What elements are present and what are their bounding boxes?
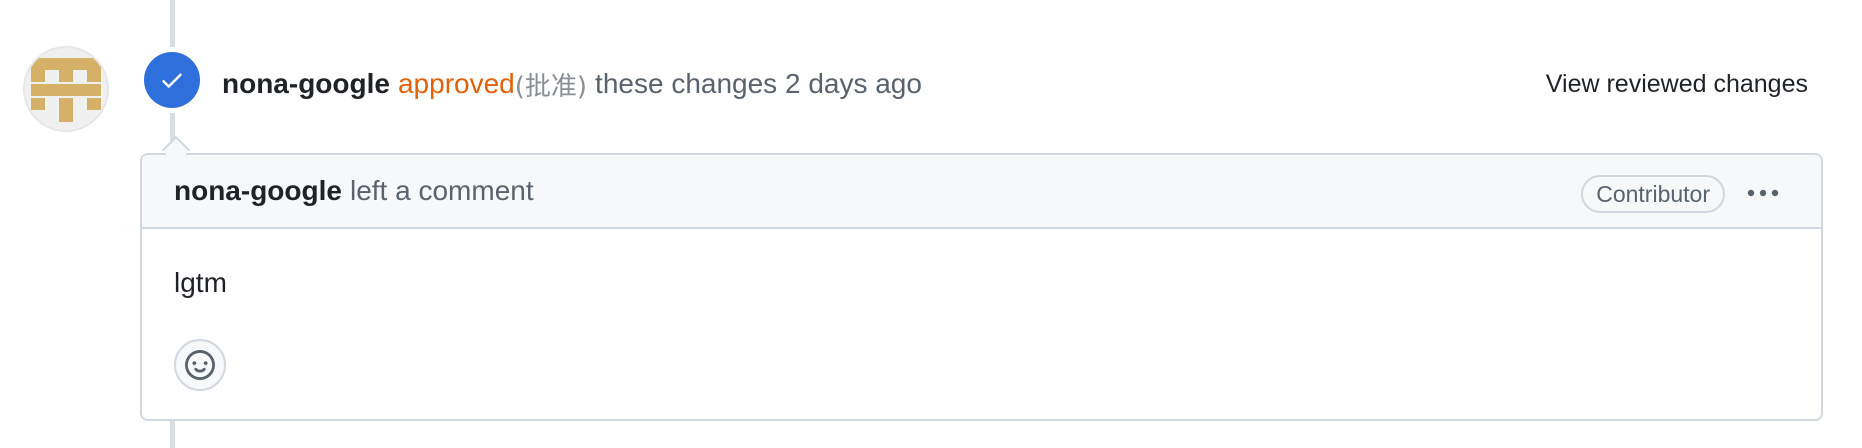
approved-badge [144, 52, 200, 108]
review-comment: nona-google left a comment Contributor l… [140, 153, 1823, 421]
comment-body: lgtm [174, 267, 227, 298]
check-icon [162, 73, 182, 88]
comment-action-text: left a comment [349, 175, 534, 206]
comment-author-link[interactable]: nona-google [174, 175, 342, 207]
pr-timeline: nona-google approved (批准) these changes … [0, 0, 1862, 448]
comment-options-button[interactable] [1743, 181, 1783, 205]
review-state-note: (批准) [514, 71, 588, 102]
contributor-badge: Contributor [1581, 175, 1725, 213]
identicon-avatar-icon [25, 48, 107, 130]
avatar[interactable] [23, 46, 109, 132]
kebab-horizontal-icon [1747, 189, 1779, 197]
review-state-label: approved [397, 68, 515, 99]
comment-header: nona-google left a comment Contributor [142, 155, 1821, 229]
smiley-icon [185, 350, 215, 380]
add-reaction-button[interactable] [174, 339, 226, 391]
view-reviewed-changes-link[interactable]: View reviewed changes [1546, 64, 1808, 104]
review-author-link[interactable]: nona-google [222, 68, 390, 100]
review-event-suffix[interactable]: these changes 2 days ago [595, 68, 922, 100]
review-event-line: nona-google approved (批准) these changes … [222, 64, 922, 104]
